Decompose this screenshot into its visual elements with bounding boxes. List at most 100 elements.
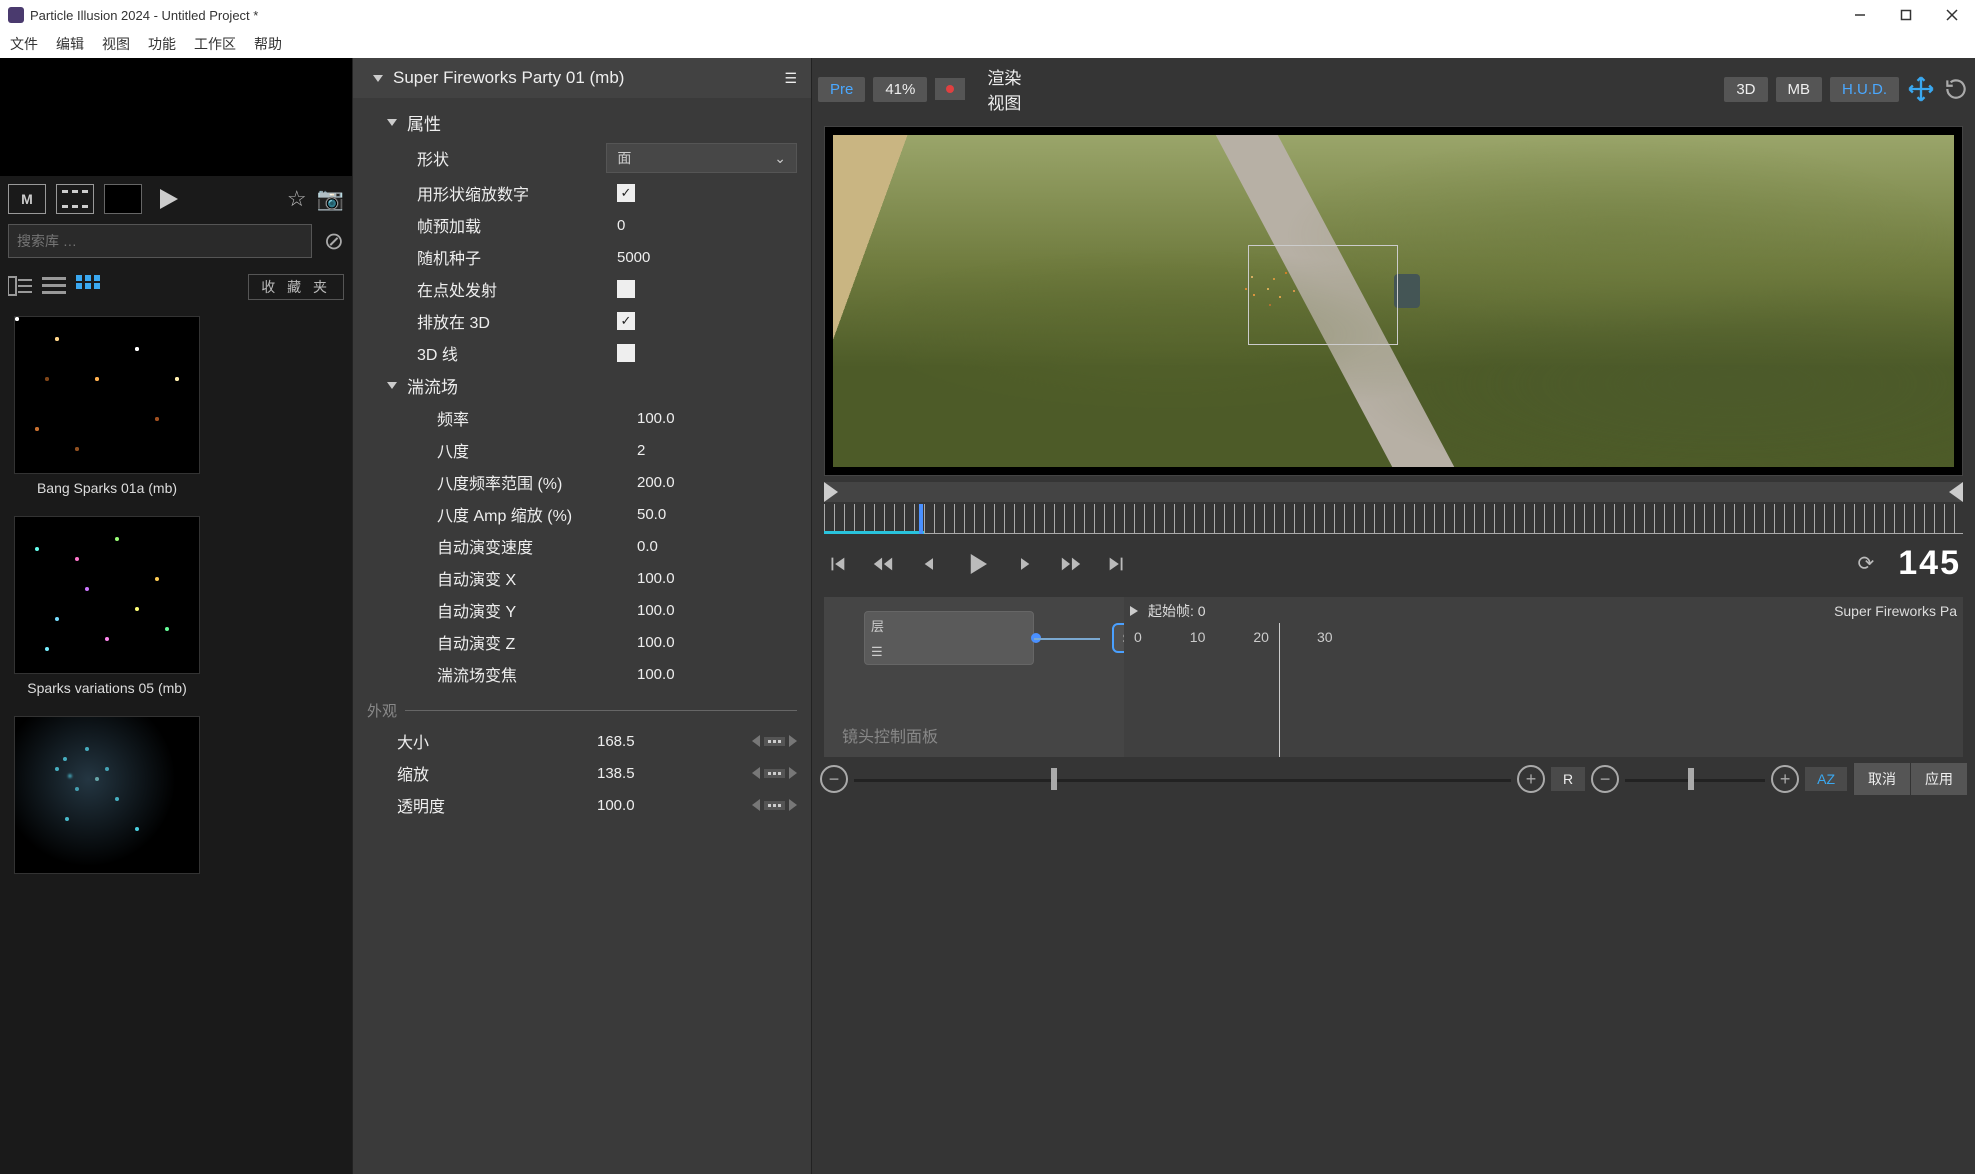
prop-avs-value[interactable]: 0.0 (637, 538, 658, 555)
group-toggle[interactable] (387, 119, 397, 126)
track-playhead[interactable] (1279, 623, 1280, 757)
zoom2-out-button[interactable]: − (1591, 765, 1619, 793)
fast-forward-button[interactable] (1060, 553, 1082, 575)
prop-shape-select[interactable]: 面⌄ (606, 143, 797, 173)
range-slider[interactable] (824, 482, 1963, 502)
zoom-slider[interactable] (854, 767, 1511, 791)
rewind-button[interactable] (872, 553, 894, 575)
step-left-icon[interactable] (752, 767, 760, 779)
track-expand-icon[interactable] (1130, 606, 1138, 616)
current-frame[interactable]: 145 (1898, 544, 1961, 583)
step-right-icon[interactable] (789, 767, 797, 779)
menu-file[interactable]: 文件 (10, 34, 38, 54)
camera-icon[interactable]: 📷 (317, 186, 344, 212)
cancel-button[interactable]: 取消 (1853, 763, 1910, 795)
library-item-label: Sparks variations 05 (mb) (14, 680, 200, 696)
filmstrip-button[interactable] (56, 184, 94, 214)
keyframe-button[interactable] (764, 737, 785, 746)
prop-avz-value[interactable]: 100.0 (637, 634, 675, 651)
background-button[interactable] (104, 184, 142, 214)
maximize-button[interactable] (1883, 0, 1929, 30)
zoom-out-button[interactable]: − (820, 765, 848, 793)
collapse-icon[interactable] (373, 75, 383, 82)
reset-button[interactable]: R (1551, 767, 1585, 791)
library-item[interactable] (14, 716, 200, 874)
prop-emitpt-checkbox[interactable] (617, 280, 635, 298)
prop-freq-value[interactable]: 100.0 (637, 410, 675, 427)
timeline-ruler[interactable] (824, 504, 1963, 534)
prop-avx-value[interactable]: 100.0 (637, 570, 675, 587)
range-in-handle[interactable] (824, 482, 838, 502)
prop-tzoom-value[interactable]: 100.0 (637, 666, 675, 683)
menu-view[interactable]: 视图 (102, 34, 130, 54)
step-right-icon[interactable] (789, 799, 797, 811)
group-toggle[interactable] (387, 382, 397, 389)
close-button[interactable] (1929, 0, 1975, 30)
prop-opacity-value[interactable]: 100.0 (597, 797, 635, 814)
apply-button[interactable]: 应用 (1910, 763, 1967, 795)
minimize-button[interactable] (1837, 0, 1883, 30)
range-out-handle[interactable] (1949, 482, 1963, 502)
step-left-icon[interactable] (752, 735, 760, 747)
prop-seed-value[interactable]: 5000 (617, 249, 650, 266)
menu-workspace[interactable]: 工作区 (194, 34, 236, 54)
prop-scalebyshape-checkbox[interactable]: ✓ (617, 184, 635, 202)
prop-oct-value[interactable]: 2 (637, 442, 645, 459)
prop-octamp-value[interactable]: 50.0 (637, 506, 666, 523)
prop-line3d-label: 3D 线 (417, 341, 617, 365)
az-button[interactable]: AZ (1805, 767, 1847, 791)
hud-toggle[interactable]: H.U.D. (1830, 77, 1899, 102)
view-list[interactable] (42, 275, 66, 300)
play-button[interactable] (962, 549, 992, 579)
panel-menu-icon[interactable]: ☰ (784, 70, 797, 87)
prop-avy-value[interactable]: 100.0 (637, 602, 675, 619)
track-start-frame: 起始帧: 0 (1148, 601, 1206, 621)
play-preview-button[interactable] (160, 189, 178, 209)
prop-octfr-value[interactable]: 200.0 (637, 474, 675, 491)
record-button[interactable] (935, 78, 965, 100)
menu-help[interactable]: 帮助 (254, 34, 282, 54)
render-view-dropdown[interactable]: 渲染视图 (973, 64, 1021, 114)
preview-viewport[interactable] (824, 126, 1963, 476)
preview-toggle[interactable]: Pre (818, 77, 865, 102)
zoom-in-button[interactable]: + (1517, 765, 1545, 793)
step-right-icon[interactable] (789, 735, 797, 747)
prop-place3d-checkbox[interactable]: ✓ (617, 312, 635, 330)
emitter-bounds[interactable] (1248, 245, 1398, 345)
zoom-level[interactable]: 41% (873, 77, 927, 102)
goto-start-button[interactable] (826, 553, 848, 575)
prop-preload-value[interactable]: 0 (617, 217, 625, 234)
menu-icon[interactable]: ☰ (871, 644, 1027, 660)
move-tool-icon[interactable] (1907, 75, 1935, 103)
prop-scale-value[interactable]: 138.5 (597, 765, 635, 782)
goto-end-button[interactable] (1106, 553, 1128, 575)
library-item[interactable]: Bang Sparks 01a (mb) (14, 316, 200, 496)
node-graph[interactable]: 层 ☰ S 镜头控制面板 (824, 597, 1124, 757)
library-item[interactable]: Sparks variations 05 (mb) (14, 516, 200, 696)
mb-toggle[interactable]: MB (1776, 77, 1823, 102)
prop-avz-label: 自动演变 Z (437, 630, 637, 654)
step-back-button[interactable] (918, 554, 938, 574)
view-grid[interactable] (76, 275, 100, 300)
3d-toggle[interactable]: 3D (1724, 77, 1767, 102)
menu-feature[interactable]: 功能 (148, 34, 176, 54)
favorite-icon[interactable]: ☆ (287, 186, 307, 212)
clear-search-icon[interactable]: ⊘ (324, 227, 344, 256)
menu-edit[interactable]: 编辑 (56, 34, 84, 54)
refresh-icon[interactable] (1943, 76, 1969, 102)
motion-blur-toggle[interactable]: M (8, 184, 46, 214)
prop-line3d-checkbox[interactable] (617, 344, 635, 362)
keyframe-button[interactable] (764, 801, 785, 810)
step-forward-button[interactable] (1016, 554, 1036, 574)
zoom2-slider[interactable] (1625, 767, 1765, 791)
loop-button[interactable]: ⟳ (1858, 551, 1875, 576)
view-list-detail[interactable] (8, 275, 32, 300)
keyframe-button[interactable] (764, 769, 785, 778)
zoom2-in-button[interactable]: + (1771, 765, 1799, 793)
search-input[interactable] (8, 224, 312, 258)
prop-size-value[interactable]: 168.5 (597, 733, 635, 750)
layer-node[interactable]: 层 ☰ (864, 611, 1034, 665)
playhead[interactable] (919, 504, 923, 534)
favorites-button[interactable]: 收 藏 夹 (248, 274, 344, 300)
step-left-icon[interactable] (752, 799, 760, 811)
